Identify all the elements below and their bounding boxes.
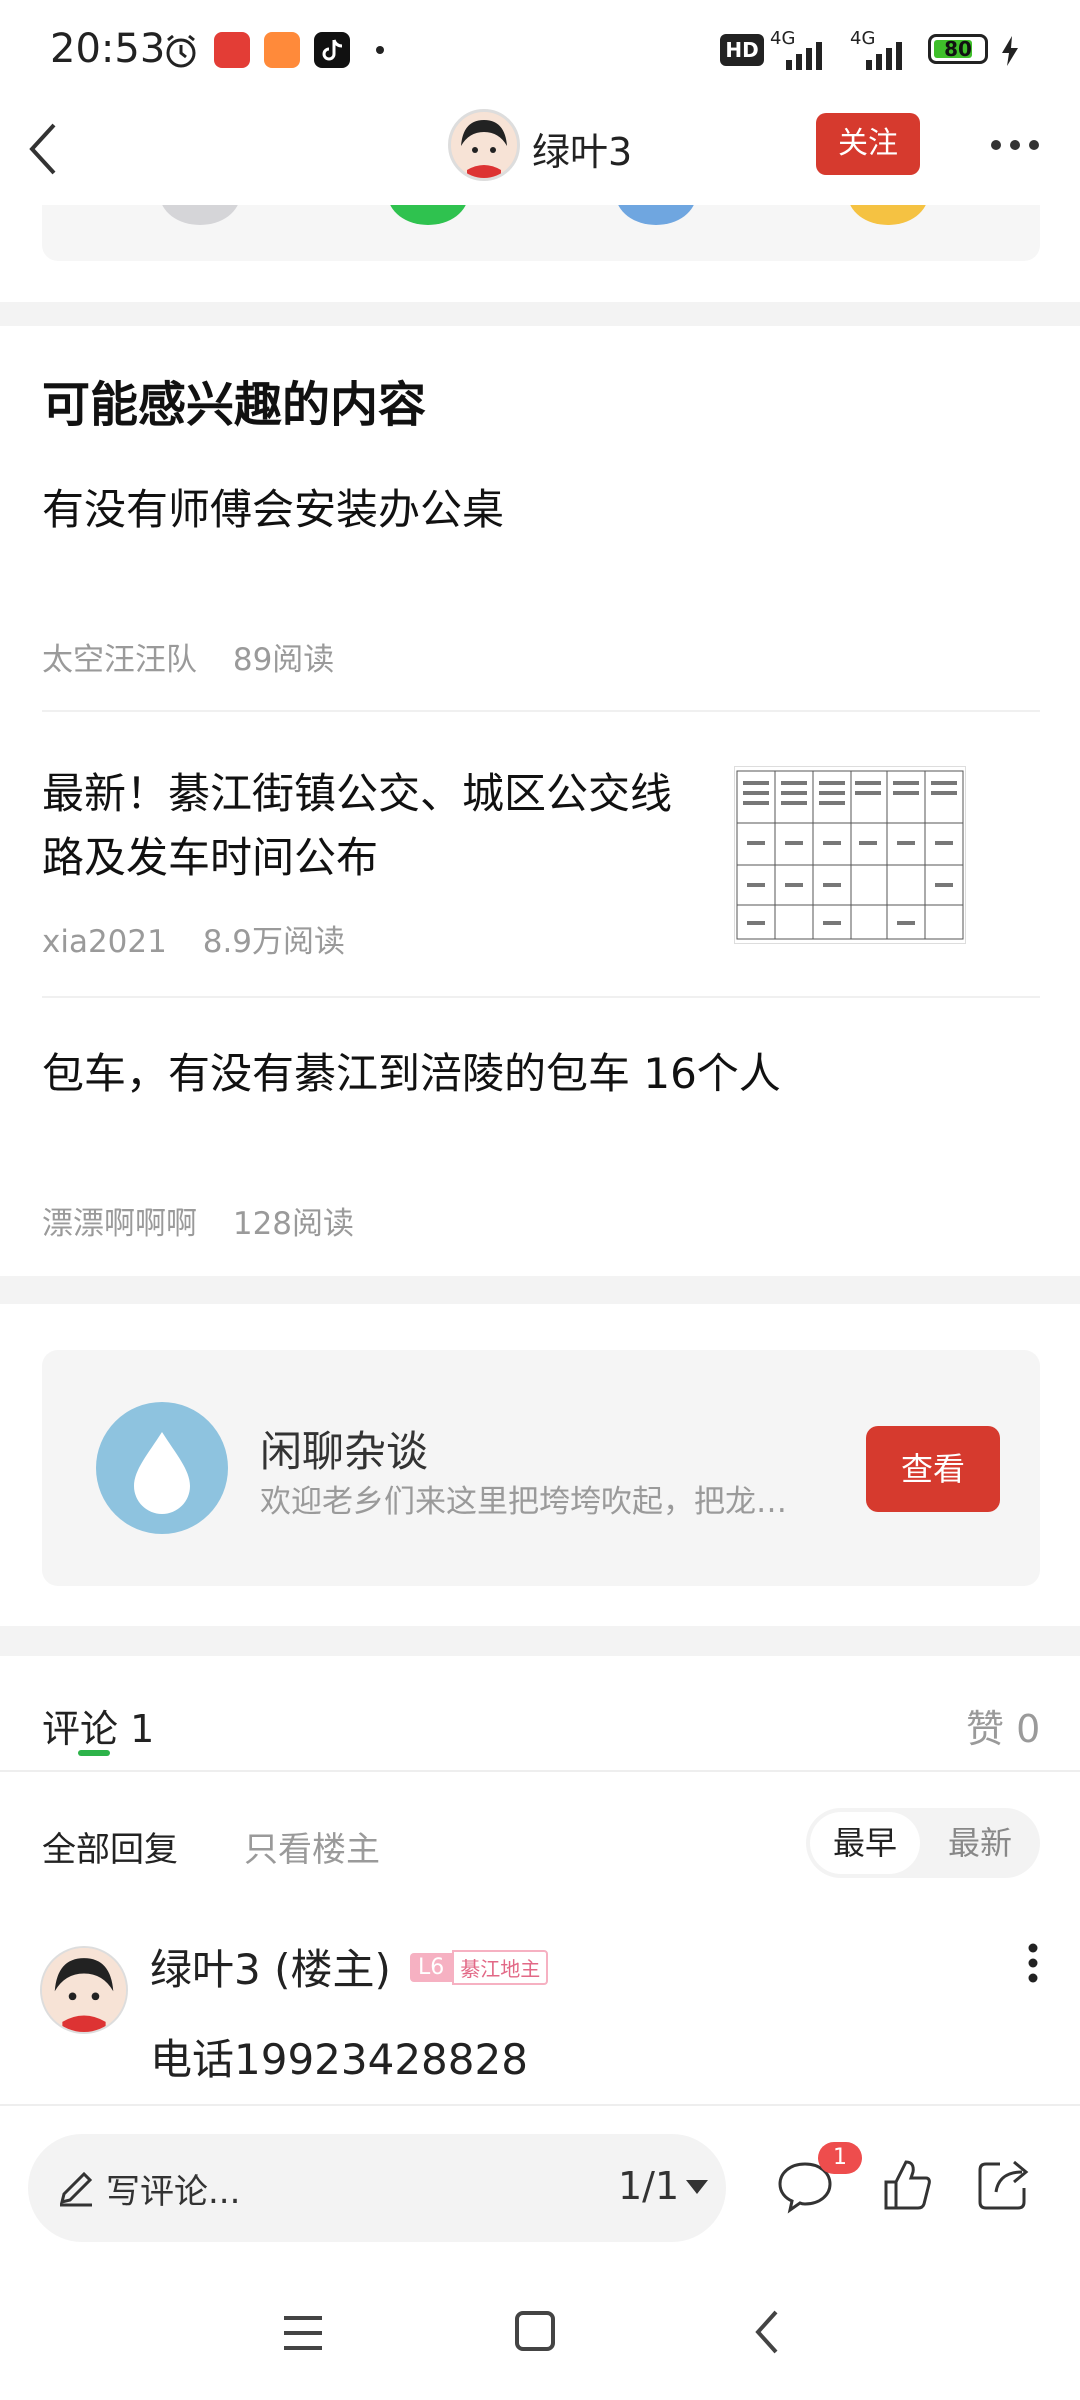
list-item-title-line: 路及发车时间公布 xyxy=(42,833,379,882)
share-option-icon[interactable] xyxy=(160,205,240,225)
list-item-meta: 太空汪汪队 89阅读 xyxy=(42,634,334,679)
sort-earliest-button[interactable]: 最早 xyxy=(810,1812,920,1874)
author-name[interactable]: 绿叶3 xyxy=(532,121,632,176)
pencil-icon xyxy=(59,2171,93,2207)
list-item-author[interactable]: 漂漂啊啊啊 xyxy=(42,1206,197,1242)
tiktok-app-icon xyxy=(314,32,350,68)
list-item-title[interactable]: 包车，有没有綦江到涪陵的包车 16个人 xyxy=(42,1042,781,1106)
kandian-app-icon xyxy=(214,32,250,68)
back-arrow-icon[interactable] xyxy=(24,119,64,179)
comment-input-placeholder: 写评论... xyxy=(106,2172,241,2212)
sort-earliest-label: 最早 xyxy=(832,1824,897,1862)
tab-comments[interactable]: 评论 1 xyxy=(42,1698,154,1753)
section-separator xyxy=(0,302,1080,326)
title-badge: 綦江地主 xyxy=(452,1949,549,1985)
list-item-reads: 8.9万阅读 xyxy=(202,924,346,960)
system-nav-bar xyxy=(0,2264,1080,2400)
taobao-app-icon xyxy=(264,32,300,68)
qq-share-icon[interactable] xyxy=(616,205,696,225)
list-item-title-line: 最新！綦江街镇公交、城区公交线 xyxy=(42,769,673,818)
more-options-icon[interactable] xyxy=(990,125,1040,169)
hd-icon: HD xyxy=(720,34,764,66)
divider xyxy=(42,710,1040,712)
filter-author-only[interactable]: 只看楼主 xyxy=(244,1822,380,1871)
recommend-title: 可能感兴趣的内容 xyxy=(42,377,427,433)
circle-card[interactable]: 闲聊杂谈 欢迎老乡们来这里把垮垮吹起，把龙… 查看 xyxy=(42,1350,1040,1586)
battery-icon: 80 xyxy=(928,34,988,64)
share-options-card xyxy=(42,205,1040,261)
section-separator xyxy=(0,1626,1080,1656)
comment-content: 电话19923428828 xyxy=(150,2035,528,2084)
charging-icon xyxy=(1002,36,1018,66)
divider xyxy=(0,1770,1080,1772)
water-drop-icon xyxy=(134,1432,190,1514)
circle-description: 欢迎老乡们来这里把垮垮吹起，把龙… xyxy=(260,1484,787,1520)
signal-bars-1-icon xyxy=(786,42,822,70)
signal-bars-2-icon xyxy=(866,42,902,70)
level-badge: L6 xyxy=(410,1952,453,1982)
list-item-meta: 漂漂啊啊啊 128阅读 xyxy=(42,1198,354,1243)
commenter-name[interactable]: 绿叶3 (楼主) xyxy=(150,1936,391,1997)
view-circle-button[interactable]: 查看 xyxy=(866,1426,1000,1512)
more-notifications-dot xyxy=(376,46,384,54)
top-header: 绿叶3 关注 xyxy=(0,105,1080,205)
list-item-title[interactable]: 有没有师傅会安装办公桌 xyxy=(42,478,504,542)
tab-likes[interactable]: 赞 0 xyxy=(966,1698,1040,1753)
page-indicator[interactable]: 1/1 xyxy=(618,2164,679,2208)
comment-count-badge: 1 xyxy=(818,2142,862,2174)
list-item-reads: 89阅读 xyxy=(232,642,335,678)
list-item-author[interactable]: xia2021 xyxy=(42,924,167,960)
sort-latest-button[interactable]: 最新 xyxy=(924,1812,1036,1874)
commenter-avatar[interactable] xyxy=(40,1946,128,2034)
active-tab-indicator xyxy=(78,1750,110,1756)
bus-schedule-thumbnail[interactable] xyxy=(734,766,966,944)
circle-name: 闲聊杂谈 xyxy=(260,1427,429,1476)
caret-down-icon[interactable] xyxy=(684,2178,710,2196)
section-separator xyxy=(0,1276,1080,1304)
list-item-reads: 128阅读 xyxy=(232,1206,355,1242)
home-icon[interactable] xyxy=(514,2310,556,2352)
comment-input[interactable]: 写评论... 1/1 xyxy=(28,2134,726,2242)
wechat-share-icon[interactable] xyxy=(388,205,468,225)
author-avatar[interactable] xyxy=(448,109,520,181)
list-item-author[interactable]: 太空汪汪队 xyxy=(42,642,197,678)
status-time: 20:53 xyxy=(50,26,166,72)
status-bar: 20:53 HD 4G 4G 80 xyxy=(0,0,1080,105)
sort-toggle: 最早 最新 xyxy=(806,1808,1040,1878)
filter-all-replies[interactable]: 全部回复 xyxy=(42,1822,178,1871)
like-icon[interactable] xyxy=(882,2158,932,2212)
share-icon[interactable] xyxy=(976,2156,1030,2212)
circle-logo xyxy=(96,1402,228,1534)
battery-percentage: 80 xyxy=(944,37,972,61)
user-badges: L6 綦江地主 xyxy=(410,1948,549,1986)
alarm-icon xyxy=(166,34,196,68)
moments-share-icon[interactable] xyxy=(848,205,928,225)
back-icon[interactable] xyxy=(752,2308,782,2356)
comment-more-icon[interactable] xyxy=(1018,1940,1048,1994)
divider xyxy=(42,996,1040,998)
follow-button[interactable]: 关注 xyxy=(816,113,920,175)
list-item-meta: xia2021 8.9万阅读 xyxy=(42,916,345,961)
bottom-action-bar: 写评论... 1/1 1 xyxy=(0,2104,1080,2266)
list-item-title[interactable]: 最新！綦江街镇公交、城区公交线 路及发车时间公布 xyxy=(42,762,672,890)
menu-icon[interactable] xyxy=(282,2314,324,2352)
